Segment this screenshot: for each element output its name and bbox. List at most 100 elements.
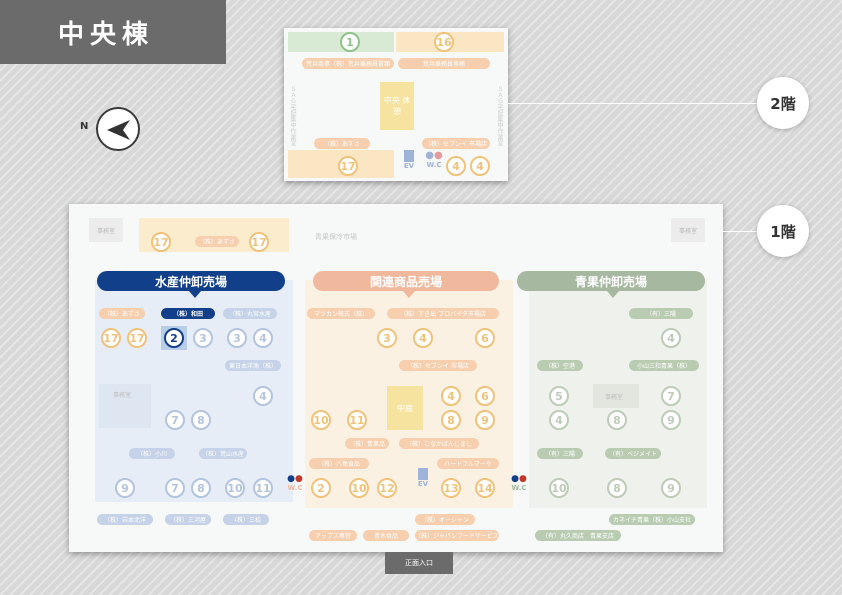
produce-num-9a[interactable]: 9 xyxy=(661,410,681,430)
related-pill-mid[interactable]: （株）セブンイ 市場店 xyxy=(399,360,477,371)
floor2-ev-label: EV xyxy=(403,162,415,170)
marine-pill-bottom-2[interactable]: （株）三河屋 xyxy=(165,514,211,525)
marine-num-17b[interactable]: 17 xyxy=(127,328,147,348)
floor2-badge[interactable]: 2階 xyxy=(757,77,809,129)
floor2-num-1[interactable]: 1 xyxy=(340,32,360,52)
marine-num-4b[interactable]: 4 xyxy=(253,386,273,406)
marine-num-2[interactable]: 2 xyxy=(164,328,184,348)
marine-pill-top-1[interactable]: （株）あずさ xyxy=(99,308,145,319)
produce-header: 青果仲卸売場 xyxy=(517,271,705,291)
related-num-10a[interactable]: 10 xyxy=(311,410,331,430)
related-num-12[interactable]: 12 xyxy=(377,478,397,498)
related-num-3[interactable]: 3 xyxy=(377,328,397,348)
floor2-num-4a[interactable]: 4 xyxy=(446,156,466,176)
related-pill-top-2[interactable]: （株）すき出 プロバイダ市場店 xyxy=(387,308,499,319)
related-num-9[interactable]: 9 xyxy=(475,410,495,430)
produce-num-4b[interactable]: 4 xyxy=(549,410,569,430)
marine-num-8b[interactable]: 8 xyxy=(191,478,211,498)
floor1-badge[interactable]: 1階 xyxy=(757,205,809,257)
floor1-top-num-17b[interactable]: 17 xyxy=(249,232,269,252)
marine-num-3a[interactable]: 3 xyxy=(193,328,213,348)
related-wc-right-label: W.C xyxy=(511,484,527,492)
related-num-4a[interactable]: 4 xyxy=(413,328,433,348)
related-pill-top-1[interactable]: マツカン株式（株） xyxy=(307,308,375,319)
related-header-tip xyxy=(403,291,415,298)
marine-num-3b[interactable]: 3 xyxy=(227,328,247,348)
floor1-leader-line xyxy=(723,231,759,232)
floor1-top-pill[interactable]: （株）あずさ xyxy=(195,236,239,247)
produce-num-8a[interactable]: 8 xyxy=(607,410,627,430)
related-ev: EV xyxy=(413,468,433,488)
floor2-pill-bottom-right[interactable]: （株）セブンイ 市場店 xyxy=(422,138,490,149)
floor2-num-4b[interactable]: 4 xyxy=(470,156,490,176)
marine-num-17a[interactable]: 17 xyxy=(101,328,121,348)
related-pill-mid2-2[interactable]: （株）こなかばんじまし xyxy=(399,438,479,449)
related-num-8[interactable]: 8 xyxy=(441,410,461,430)
produce-num-9b[interactable]: 9 xyxy=(661,478,681,498)
floor2-center-block: 中央 休憩 xyxy=(380,82,414,130)
floor2-wc-label: W.C xyxy=(426,161,442,169)
produce-header-tip xyxy=(607,291,619,298)
marine-num-8a[interactable]: 8 xyxy=(191,410,211,430)
floor2-map: 1 16 荒井商事（株）荒井乗務員書類 荒井乗務員事務 ＳＡＧ宅配集中作業室 Ｓ… xyxy=(284,28,508,181)
marine-num-7a[interactable]: 7 xyxy=(165,410,185,430)
produce-pill-mid-1[interactable]: （株）空港 xyxy=(537,360,583,371)
produce-pill-bottom-left[interactable]: （有）丸久商店 青果支店 xyxy=(535,530,621,541)
related-num-14[interactable]: 14 xyxy=(475,478,495,498)
marine-pill-mid2-2[interactable]: （株）荒山水産 xyxy=(199,448,247,459)
produce-num-10[interactable]: 10 xyxy=(549,478,569,498)
floor2-num-16[interactable]: 16 xyxy=(434,32,454,52)
produce-pill-mid-2[interactable]: 小山三和青果（株） xyxy=(629,360,699,371)
related-num-2[interactable]: 2 xyxy=(311,478,331,498)
marine-pill-bottom-3[interactable]: （株）三松 xyxy=(223,514,269,525)
produce-pill-mid2-1[interactable]: （有）三陽 xyxy=(537,448,583,459)
restroom-icon: ●● xyxy=(425,150,443,161)
related-pill-ev[interactable]: （株）オーシャン xyxy=(415,514,475,525)
floor2-wc: ●● W.C xyxy=(424,150,444,169)
related-ev-label: EV xyxy=(417,480,429,488)
related-num-4b[interactable]: 4 xyxy=(441,386,461,406)
floor2-pill-right[interactable]: 荒井乗務員事務 xyxy=(398,58,490,69)
marine-pill-bottom-1[interactable]: （株）岩本北洋 xyxy=(97,514,153,525)
produce-num-7[interactable]: 7 xyxy=(661,386,681,406)
produce-num-4a[interactable]: 4 xyxy=(661,328,681,348)
related-pill-bottom-2[interactable]: 青木食品 xyxy=(363,530,409,541)
related-pill-mid3-2[interactable]: ハートフルマーケ xyxy=(437,458,499,469)
floor2-pill-bottom-left[interactable]: （株）あずさ xyxy=(314,138,370,149)
produce-pill-mid2-2[interactable]: （有）ベジメイト xyxy=(605,448,661,459)
marine-header-tip xyxy=(189,291,201,298)
produce-num-5[interactable]: 5 xyxy=(549,386,569,406)
marine-pill-mid2-1[interactable]: （株）小川 xyxy=(129,448,175,459)
related-num-13[interactable]: 13 xyxy=(441,478,461,498)
related-num-6b[interactable]: 6 xyxy=(475,386,495,406)
floor2-side-right: ＳＡＧ宅配集中作業室 xyxy=(496,86,503,146)
related-pill-mid2-1[interactable]: （株）青果品 xyxy=(345,438,389,449)
marine-num-4[interactable]: 4 xyxy=(253,328,273,348)
related-num-6a[interactable]: 6 xyxy=(475,328,495,348)
marine-num-10[interactable]: 10 xyxy=(225,478,245,498)
floor1-top-num-17a[interactable]: 17 xyxy=(151,232,171,252)
restroom-icon: ●● xyxy=(511,474,527,484)
restroom-icon: ●● xyxy=(287,474,303,484)
building-title: 中央棟 xyxy=(0,0,226,64)
related-pill-mid3-1[interactable]: （株）八島食品 xyxy=(309,458,369,469)
marine-pill-top-2[interactable]: （株）和田 xyxy=(161,308,215,319)
elevator-icon xyxy=(404,150,414,162)
main-entrance-label: 正面入口 xyxy=(385,552,453,574)
north-label: N xyxy=(80,121,89,132)
marine-header: 水産仲卸売場 xyxy=(97,271,285,291)
related-num-11[interactable]: 11 xyxy=(347,410,367,430)
marine-pill-mid[interactable]: 東日本洋漁（株） xyxy=(225,360,281,371)
produce-pill-bottom-right[interactable]: カネイチ青果（株）小山支社 xyxy=(609,514,695,525)
related-pill-bottom-3[interactable]: （株）ジャパンフードサービス xyxy=(415,530,499,541)
related-num-10b[interactable]: 10 xyxy=(349,478,369,498)
floor2-pill-left[interactable]: 荒井商事（株）荒井乗務員書類 xyxy=(302,58,394,69)
produce-pill-top[interactable]: （有）三陽 xyxy=(629,308,693,319)
floor2-num-17[interactable]: 17 xyxy=(338,156,358,176)
related-pill-bottom-1[interactable]: アップス専営 xyxy=(309,530,357,541)
produce-num-8b[interactable]: 8 xyxy=(607,478,627,498)
marine-num-9[interactable]: 9 xyxy=(115,478,135,498)
marine-pill-top-3[interactable]: （株）丸宮水産 xyxy=(223,308,277,319)
marine-num-11[interactable]: 11 xyxy=(253,478,273,498)
marine-num-7b[interactable]: 7 xyxy=(165,478,185,498)
